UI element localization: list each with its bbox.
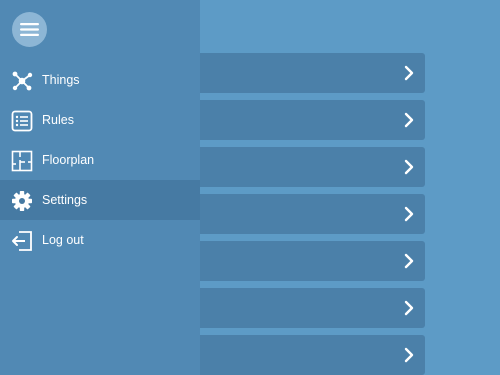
drawer-item-label: Floorplan [42,153,95,167]
drawer-item-label: Things [42,73,80,87]
navigation-drawer: Things Rules Floorplan Settings Log out [0,0,200,375]
drawer-item-label: Settings [42,193,88,207]
drawer-item-label: Log out [42,233,84,247]
logout-icon [11,230,33,252]
rules-list-icon [11,110,33,132]
drawer-item-settings[interactable]: Settings [0,180,200,220]
drawer-item-floorplan[interactable]: Floorplan [0,140,200,180]
app-window: Things Rules Floorplan Settings Log out [0,0,500,375]
drawer-item-rules[interactable]: Rules [0,100,200,140]
chevron-right-icon [403,159,415,175]
hamburger-icon [20,23,39,36]
gear-icon [11,190,33,212]
menu-button[interactable] [12,12,47,47]
drawer-menu: Things Rules Floorplan Settings Log out [0,60,200,260]
chevron-right-icon [403,112,415,128]
drawer-item-label: Rules [42,113,74,127]
chevron-right-icon [403,253,415,269]
floorplan-icon [11,150,33,172]
chevron-right-icon [403,347,415,363]
drawer-item-things[interactable]: Things [0,60,200,100]
drawer-item-logout[interactable]: Log out [0,220,200,260]
chevron-right-icon [403,300,415,316]
things-network-icon [11,70,33,92]
chevron-right-icon [403,206,415,222]
chevron-right-icon [403,65,415,81]
